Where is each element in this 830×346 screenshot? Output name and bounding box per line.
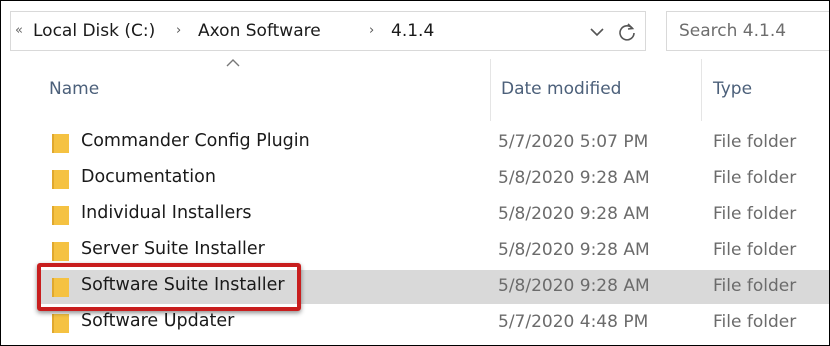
file-date-modified: 5/8/2020 9:28 AM [498,168,650,188]
breadcrumb-overflow-icon[interactable]: « [15,23,23,38]
list-item[interactable]: Software Updater 5/7/2020 4:48 PM File f… [39,306,829,340]
file-date-modified: 5/7/2020 5:07 PM [498,132,649,152]
file-type: File folder [713,168,797,188]
file-explorer-window: « Local Disk (C:) › Axon Software › 4.1.… [0,0,830,346]
column-header-name[interactable]: Name [49,79,99,99]
column-header-date-modified[interactable]: Date modified [501,79,621,99]
file-date-modified: 5/8/2020 9:28 AM [498,276,650,296]
breadcrumb-axon-software[interactable]: Axon Software [198,21,321,41]
file-date-modified: 5/8/2020 9:28 AM [498,204,650,224]
folder-icon [52,170,69,189]
sort-ascending-icon [226,59,240,67]
list-item[interactable]: Commander Config Plugin 5/7/2020 5:07 PM… [39,126,829,160]
file-name: Software Updater [81,311,235,331]
file-name: Individual Installers [81,203,252,223]
address-bar[interactable]: « Local Disk (C:) › Axon Software › 4.1.… [10,11,646,51]
file-type: File folder [713,240,797,260]
search-placeholder: Search 4.1.4 [679,21,787,41]
file-date-modified: 5/7/2020 4:48 PM [498,312,649,332]
file-type: File folder [713,132,797,152]
file-type: File folder [713,312,797,332]
breadcrumb-current-folder[interactable]: 4.1.4 [391,21,434,41]
breadcrumb-local-disk[interactable]: Local Disk (C:) [33,21,155,41]
folder-icon [52,242,69,261]
breadcrumb-separator-icon[interactable]: › [369,23,374,38]
list-item[interactable]: Individual Installers 5/8/2020 9:28 AM F… [39,198,829,232]
list-item[interactable]: Documentation 5/8/2020 9:28 AM File fold… [39,162,829,196]
breadcrumb-separator-icon[interactable]: › [176,23,181,38]
folder-icon [52,206,69,225]
folder-icon [52,134,69,153]
file-name: Commander Config Plugin [81,131,310,151]
folder-icon [52,314,69,333]
file-name: Documentation [81,167,216,187]
search-input[interactable]: Search 4.1.4 [666,11,829,51]
file-date-modified: 5/8/2020 9:28 AM [498,240,650,260]
highlight-annotation-box [37,263,301,311]
column-header-type[interactable]: Type [713,79,752,99]
file-name: Server Suite Installer [81,239,265,259]
chevron-down-icon[interactable] [586,22,608,42]
file-type: File folder [713,276,797,296]
file-type: File folder [713,204,797,224]
refresh-icon[interactable] [615,20,639,44]
column-divider[interactable] [490,59,491,121]
column-divider[interactable] [701,59,702,121]
